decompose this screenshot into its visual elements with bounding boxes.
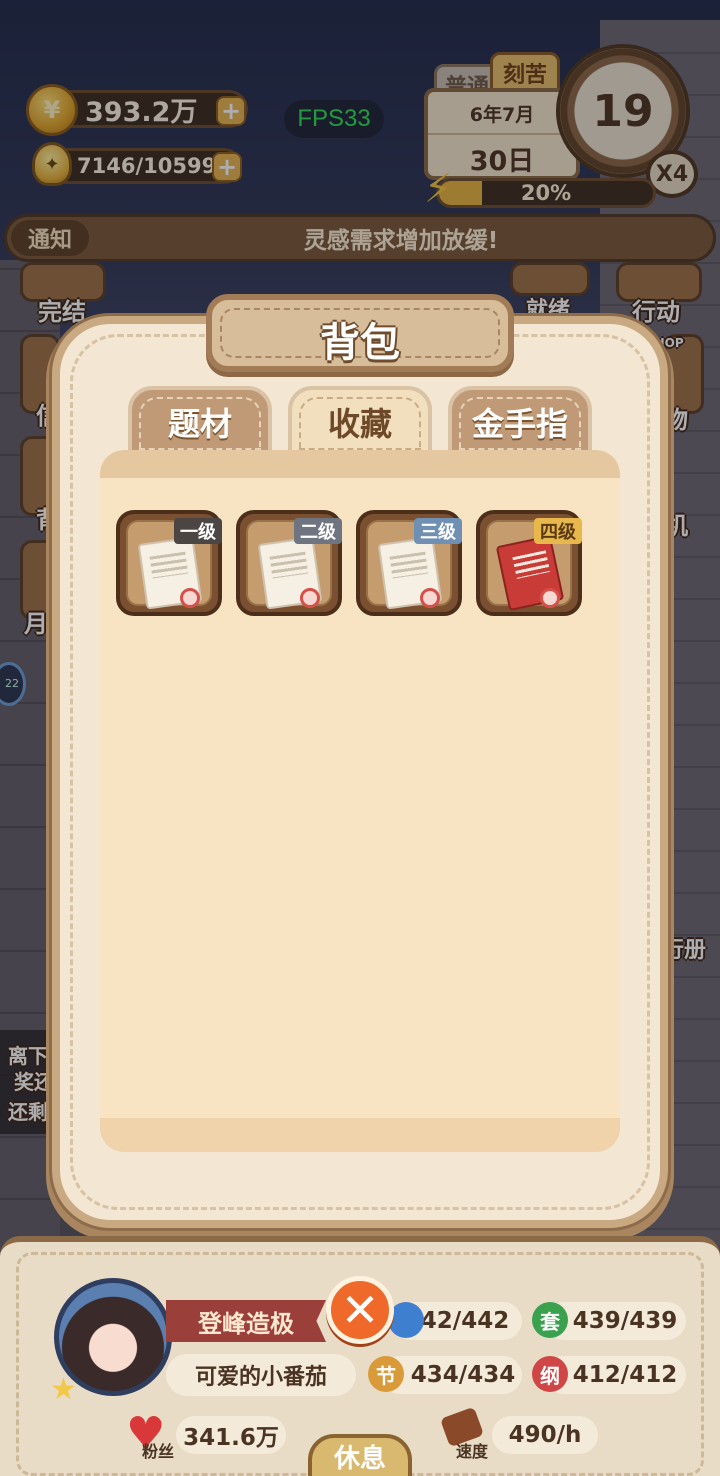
collection-item[interactable]: 四级 xyxy=(476,510,582,616)
modal-title: 背包 xyxy=(320,320,400,366)
rank-title: 登峰造极 xyxy=(166,1300,326,1342)
content-header-band xyxy=(100,450,620,478)
rest-button-label: 休息 xyxy=(333,1444,386,1474)
fans-value: 341.6万 xyxy=(176,1416,286,1454)
level-badge: 四级 xyxy=(534,518,582,544)
speed-value: 490/h xyxy=(492,1416,598,1454)
tab-stitching xyxy=(139,397,261,450)
level-badge: 二级 xyxy=(294,518,342,544)
close-icon: ✕ xyxy=(340,1283,380,1337)
seal-icon xyxy=(540,588,560,608)
tab-collection[interactable]: 收藏 xyxy=(288,386,432,458)
stat-badge: 节 xyxy=(368,1356,404,1392)
tab-stitching xyxy=(299,397,421,450)
seal-icon xyxy=(420,588,440,608)
close-button[interactable]: ✕ xyxy=(326,1276,394,1344)
fans-label: 粉丝 xyxy=(142,1442,175,1461)
nickname: 可爱的小番茄 xyxy=(166,1354,356,1396)
speed-label: 速度 xyxy=(456,1442,489,1461)
seal-icon xyxy=(180,588,200,608)
stat-badge: 套 xyxy=(532,1302,568,1338)
star-icon: ★ xyxy=(50,1372,77,1407)
content-footer-band xyxy=(100,1118,620,1152)
modal-title-plate: 背包 xyxy=(206,294,514,372)
collection-item[interactable]: 二级 xyxy=(236,510,342,616)
level-badge: 三级 xyxy=(414,518,462,544)
rest-button[interactable]: 休息 xyxy=(308,1434,412,1476)
seal-icon xyxy=(300,588,320,608)
tab-topic[interactable]: 题材 xyxy=(128,386,272,458)
collection-item[interactable]: 三级 xyxy=(356,510,462,616)
level-badge: 一级 xyxy=(174,518,222,544)
stat-badge: 纲 xyxy=(532,1356,568,1392)
collection-item[interactable]: 一级 xyxy=(116,510,222,616)
tab-stitching xyxy=(459,397,581,450)
tab-golden-finger[interactable]: 金手指 xyxy=(448,386,592,458)
